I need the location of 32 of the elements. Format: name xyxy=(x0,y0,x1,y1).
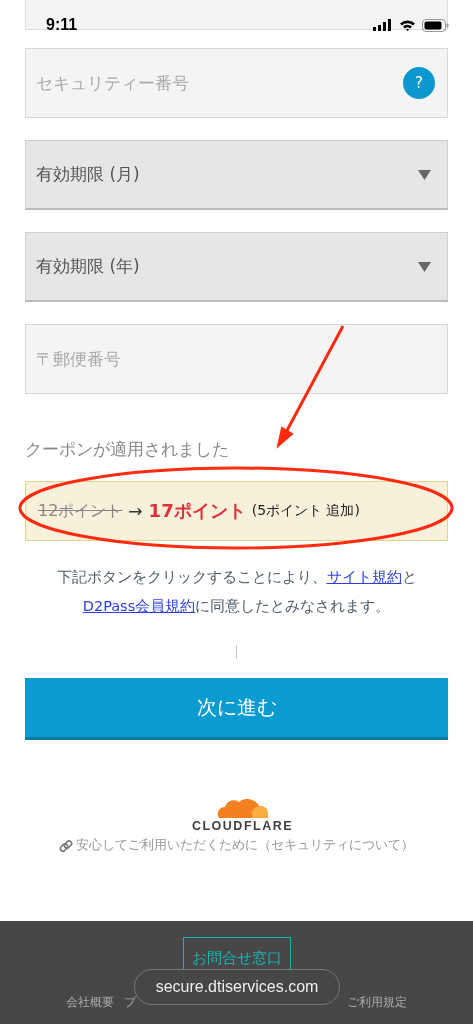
url-toast[interactable]: secure.dtiservices.com xyxy=(134,969,340,1005)
terms-text: 下記ボタンをクリックすることにより、サイト規約 と D2Pass会員規約に同意したとみなされます。 xyxy=(55,568,418,616)
input-field[interactable]: 〒郵便番号 xyxy=(25,324,448,394)
clock-time: 9:11 xyxy=(46,16,78,34)
terms-link[interactable]: サイト規約 xyxy=(326,569,402,585)
caret-icon xyxy=(418,261,431,272)
placeholder-text: セキュリティー番号 xyxy=(36,71,189,95)
coupon-message: クーポンが適用されました xyxy=(25,438,230,461)
new-points: 17ポイント xyxy=(148,499,246,523)
security-link[interactable]: 安心してご利用いただくために（セキュリティについて） xyxy=(59,837,414,854)
placeholder-text: 〒郵便番号 xyxy=(36,347,121,371)
link-icon xyxy=(59,838,73,853)
placeholder-text: 有効期限 (月) xyxy=(36,163,140,186)
footer-link[interactable]: 会社概要 xyxy=(66,994,114,1011)
footer-link[interactable]: プ xyxy=(124,994,136,1011)
battery-icon xyxy=(422,18,449,32)
terms-link[interactable]: D2Pass会員規約 xyxy=(82,598,196,614)
footer-link[interactable]: ご利用規定 xyxy=(347,994,407,1011)
caret-icon xyxy=(418,169,431,180)
wifi-icon xyxy=(399,19,416,31)
added-points: (5ポイント 追加) xyxy=(251,502,360,520)
brand-text: CLOUDFLARE xyxy=(191,819,294,833)
arrow-text: → xyxy=(128,501,143,521)
partial-field[interactable] xyxy=(25,0,448,30)
next-button[interactable]: 次に進む xyxy=(25,678,448,740)
signal-icon xyxy=(373,19,393,31)
placeholder-text: 有効期限 (年) xyxy=(36,255,140,278)
old-points: 12ポイント xyxy=(38,500,123,522)
help-button[interactable]: ? xyxy=(403,67,435,99)
dropdown[interactable]: 有効期限 (年) xyxy=(25,232,448,302)
dropdown[interactable]: 有効期限 (月) xyxy=(25,140,448,210)
input-field[interactable]: セキュリティー番号 ? xyxy=(25,48,448,118)
